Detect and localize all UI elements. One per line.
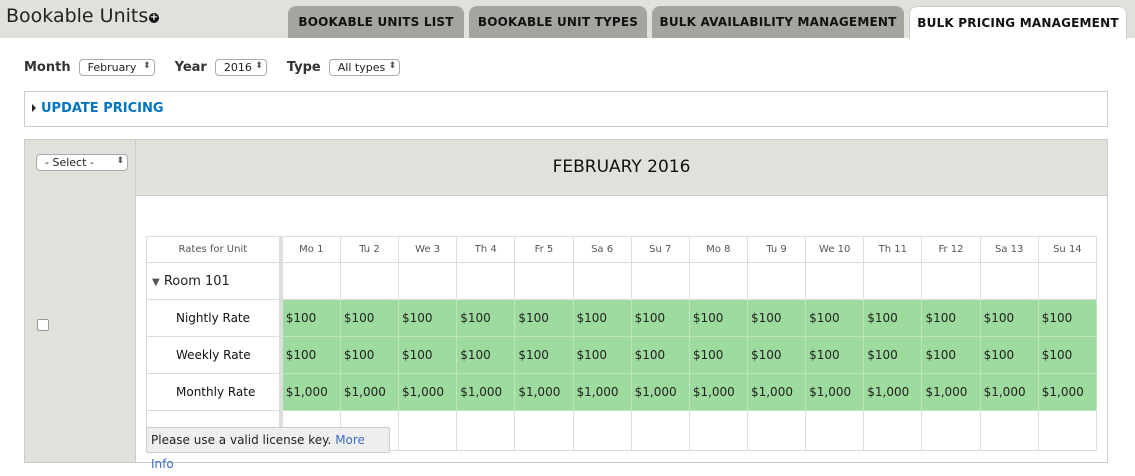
rate-cell[interactable]: $1,000 (805, 373, 865, 411)
day-header: Mo 8 (688, 236, 748, 263)
day-header: Sa 6 (572, 236, 632, 263)
rate-cell[interactable]: $1,000 (921, 373, 981, 411)
rate-cell[interactable]: $100 (339, 299, 400, 337)
rate-cell[interactable]: $100 (398, 299, 458, 337)
rate-cell[interactable]: $100 (921, 299, 981, 337)
rate-cell[interactable]: $100 (688, 336, 748, 374)
rate-cell[interactable]: $100 (863, 336, 923, 374)
empty-cell (863, 410, 923, 451)
rate-cell[interactable]: $100 (1037, 299, 1097, 337)
day-header: We 10 (805, 236, 865, 263)
empty-cell (921, 410, 981, 451)
unit-name: Room 101 (163, 273, 230, 289)
rate-cell[interactable]: $1,000 (572, 373, 632, 411)
rate-cell[interactable]: $100 (863, 299, 923, 337)
rate-cell[interactable]: $100 (630, 336, 690, 374)
unit-day-cell (630, 262, 690, 300)
pricing-grid: Rates for Unit Mo 1 Tu 2 We 3 Th 4 Fr 5 Sa 6 Su… (145, 236, 1097, 451)
unit-day-cell (746, 262, 807, 300)
day-header: Su 7 (630, 236, 690, 263)
empty-cell (979, 410, 1039, 451)
unit-day-cell (863, 262, 923, 300)
empty-cell (630, 410, 690, 451)
rate-cell[interactable]: $100 (805, 336, 865, 374)
rate-label: Monthly Rate (145, 373, 283, 411)
rate-cell[interactable]: $100 (805, 299, 865, 337)
day-header: Fr 5 (514, 236, 574, 263)
rate-cell[interactable]: $100 (456, 299, 516, 337)
rate-cell[interactable]: $100 (339, 336, 400, 374)
rate-row: Nightly Rate $100 $100 $100 $100 $100 $100 $100… (145, 299, 1097, 337)
license-notice: Please use a valid license key. More Inf… (146, 427, 390, 471)
unit-day-cell (456, 262, 516, 300)
rate-cell[interactable]: $1,000 (456, 373, 516, 411)
rate-cell[interactable]: $1,000 (1037, 373, 1097, 411)
unit-day-cell (921, 262, 981, 300)
empty-cell (398, 410, 458, 451)
rate-cell[interactable]: $100 (280, 299, 341, 337)
day-header: Tu 9 (746, 236, 807, 263)
rate-cell[interactable]: $100 (398, 336, 458, 374)
rate-label: Nightly Rate (145, 299, 283, 337)
empty-cell (456, 410, 516, 451)
day-header: Th 4 (456, 236, 516, 263)
unit-day-cell (805, 262, 865, 300)
rate-cell[interactable]: $1,000 (630, 373, 690, 411)
rate-cell[interactable]: $1,000 (688, 373, 748, 411)
day-header: Th 11 (863, 236, 923, 263)
day-header: Su 14 (1037, 236, 1097, 263)
unit-day-cell (398, 262, 458, 300)
rate-cell[interactable]: $100 (514, 336, 574, 374)
rate-cell[interactable]: $100 (688, 299, 748, 337)
rates-header: Rates for Unit (145, 236, 283, 263)
rate-cell[interactable]: $100 (746, 299, 807, 337)
empty-cell (572, 410, 632, 451)
rate-cell[interactable]: $1,000 (280, 373, 341, 411)
rate-cell[interactable]: $1,000 (398, 373, 458, 411)
rate-cell[interactable]: $1,000 (746, 373, 807, 411)
rate-cell[interactable]: $100 (979, 299, 1039, 337)
empty-cell (805, 410, 865, 451)
caret-down-icon: ▼ (152, 276, 160, 288)
unit-day-cell (339, 262, 400, 300)
rate-cell[interactable]: $100 (280, 336, 341, 374)
unit-day-cell (514, 262, 574, 300)
rate-cell[interactable]: $100 (514, 299, 574, 337)
rate-cell[interactable]: $100 (746, 336, 807, 374)
empty-cell (1037, 410, 1097, 451)
license-text: Please use a valid license key. (151, 433, 332, 447)
day-header: Tu 2 (339, 236, 400, 263)
rate-cell[interactable]: $1,000 (339, 373, 400, 411)
day-header: Fr 12 (921, 236, 981, 263)
day-header: We 3 (398, 236, 458, 263)
empty-cell (688, 410, 748, 451)
rate-cell[interactable]: $1,000 (514, 373, 574, 411)
empty-cell (746, 410, 807, 451)
empty-cell (514, 410, 574, 451)
rate-cell[interactable]: $1,000 (979, 373, 1039, 411)
rate-cell[interactable]: $100 (456, 336, 516, 374)
unit-day-cell (280, 262, 341, 300)
rate-cell[interactable]: $100 (572, 336, 632, 374)
unit-day-cell (1037, 262, 1097, 300)
rate-cell[interactable]: $100 (630, 299, 690, 337)
rate-cell[interactable]: $1,000 (863, 373, 923, 411)
day-header: Mo 1 (280, 236, 341, 263)
unit-row-label[interactable]: ▼ Room 101 (145, 262, 283, 300)
rate-cell[interactable]: $100 (921, 336, 981, 374)
rate-row: Weekly Rate $100 $100 $100 $100 $100 $100 $100 $… (145, 336, 1097, 374)
unit-day-cell (979, 262, 1039, 300)
day-header: Sa 13 (979, 236, 1039, 263)
rate-row: Monthly Rate $1,000 $1,000 $1,000 $1,000 $1,0… (145, 373, 1097, 411)
rate-cell[interactable]: $100 (1037, 336, 1097, 374)
rate-label: Weekly Rate (145, 336, 283, 374)
unit-day-cell (688, 262, 748, 300)
rate-cell[interactable]: $100 (979, 336, 1039, 374)
rate-cell[interactable]: $100 (572, 299, 632, 337)
unit-day-cell (572, 262, 632, 300)
